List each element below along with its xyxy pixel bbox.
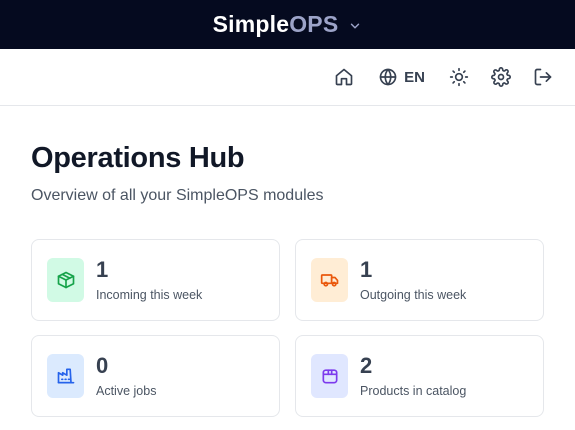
chevron-down-icon <box>351 23 360 28</box>
truck-icon <box>320 274 338 287</box>
card-icon-wrapper <box>311 258 348 302</box>
card-products[interactable]: 2 Products in catalog <box>295 335 544 417</box>
card-value: 1 <box>96 257 109 282</box>
logout-button[interactable] <box>533 61 553 93</box>
card-label: Incoming this week <box>96 288 203 302</box>
card-incoming[interactable]: 1 Incoming this week <box>31 239 280 321</box>
card-icon-wrapper <box>47 258 84 302</box>
logout-icon <box>534 68 552 86</box>
globe-icon <box>379 68 397 86</box>
card-label: Products in catalog <box>360 384 467 398</box>
card-text: 1 Incoming this week <box>96 257 203 303</box>
box-icon <box>57 271 74 289</box>
card-text: 2 Products in catalog <box>360 353 467 399</box>
card-value: 0 <box>96 353 109 378</box>
card-icon-wrapper <box>47 354 84 398</box>
card-outgoing[interactable]: 1 Outgoing this week <box>295 239 544 321</box>
card-active-jobs[interactable]: 0 Active jobs <box>31 335 280 417</box>
card-value: 2 <box>360 353 373 378</box>
top-bar: SimpleOPS <box>0 0 575 49</box>
home-icon <box>335 68 353 86</box>
card-label: Active jobs <box>96 384 157 398</box>
card-icon-wrapper <box>311 354 348 398</box>
page-title: Operations Hub <box>31 142 245 174</box>
card-text: 0 Active jobs <box>96 353 157 399</box>
brand-name: SimpleOPS <box>212 11 339 37</box>
page-subtitle: Overview of all your SimpleOPS modules <box>31 187 324 204</box>
stats-grid: 1 Incoming this week 1 Outgoing this wee… <box>31 239 544 417</box>
language-label: EN <box>404 68 425 86</box>
gear-icon <box>491 67 511 87</box>
language-button[interactable]: EN <box>378 61 425 93</box>
card-label: Outgoing this week <box>360 288 467 302</box>
card-value: 1 <box>360 257 373 282</box>
home-button[interactable] <box>334 61 354 93</box>
factory-icon <box>57 368 74 384</box>
package-icon <box>322 369 337 384</box>
settings-button[interactable] <box>491 61 511 93</box>
toolbar: EN <box>0 49 575 106</box>
card-text: 1 Outgoing this week <box>360 257 467 303</box>
theme-toggle-button[interactable] <box>449 61 469 93</box>
main-content: Operations Hub Overview of all your Simp… <box>0 106 575 430</box>
app-switcher[interactable]: SimpleOPS <box>213 11 363 38</box>
sun-icon <box>449 67 469 87</box>
